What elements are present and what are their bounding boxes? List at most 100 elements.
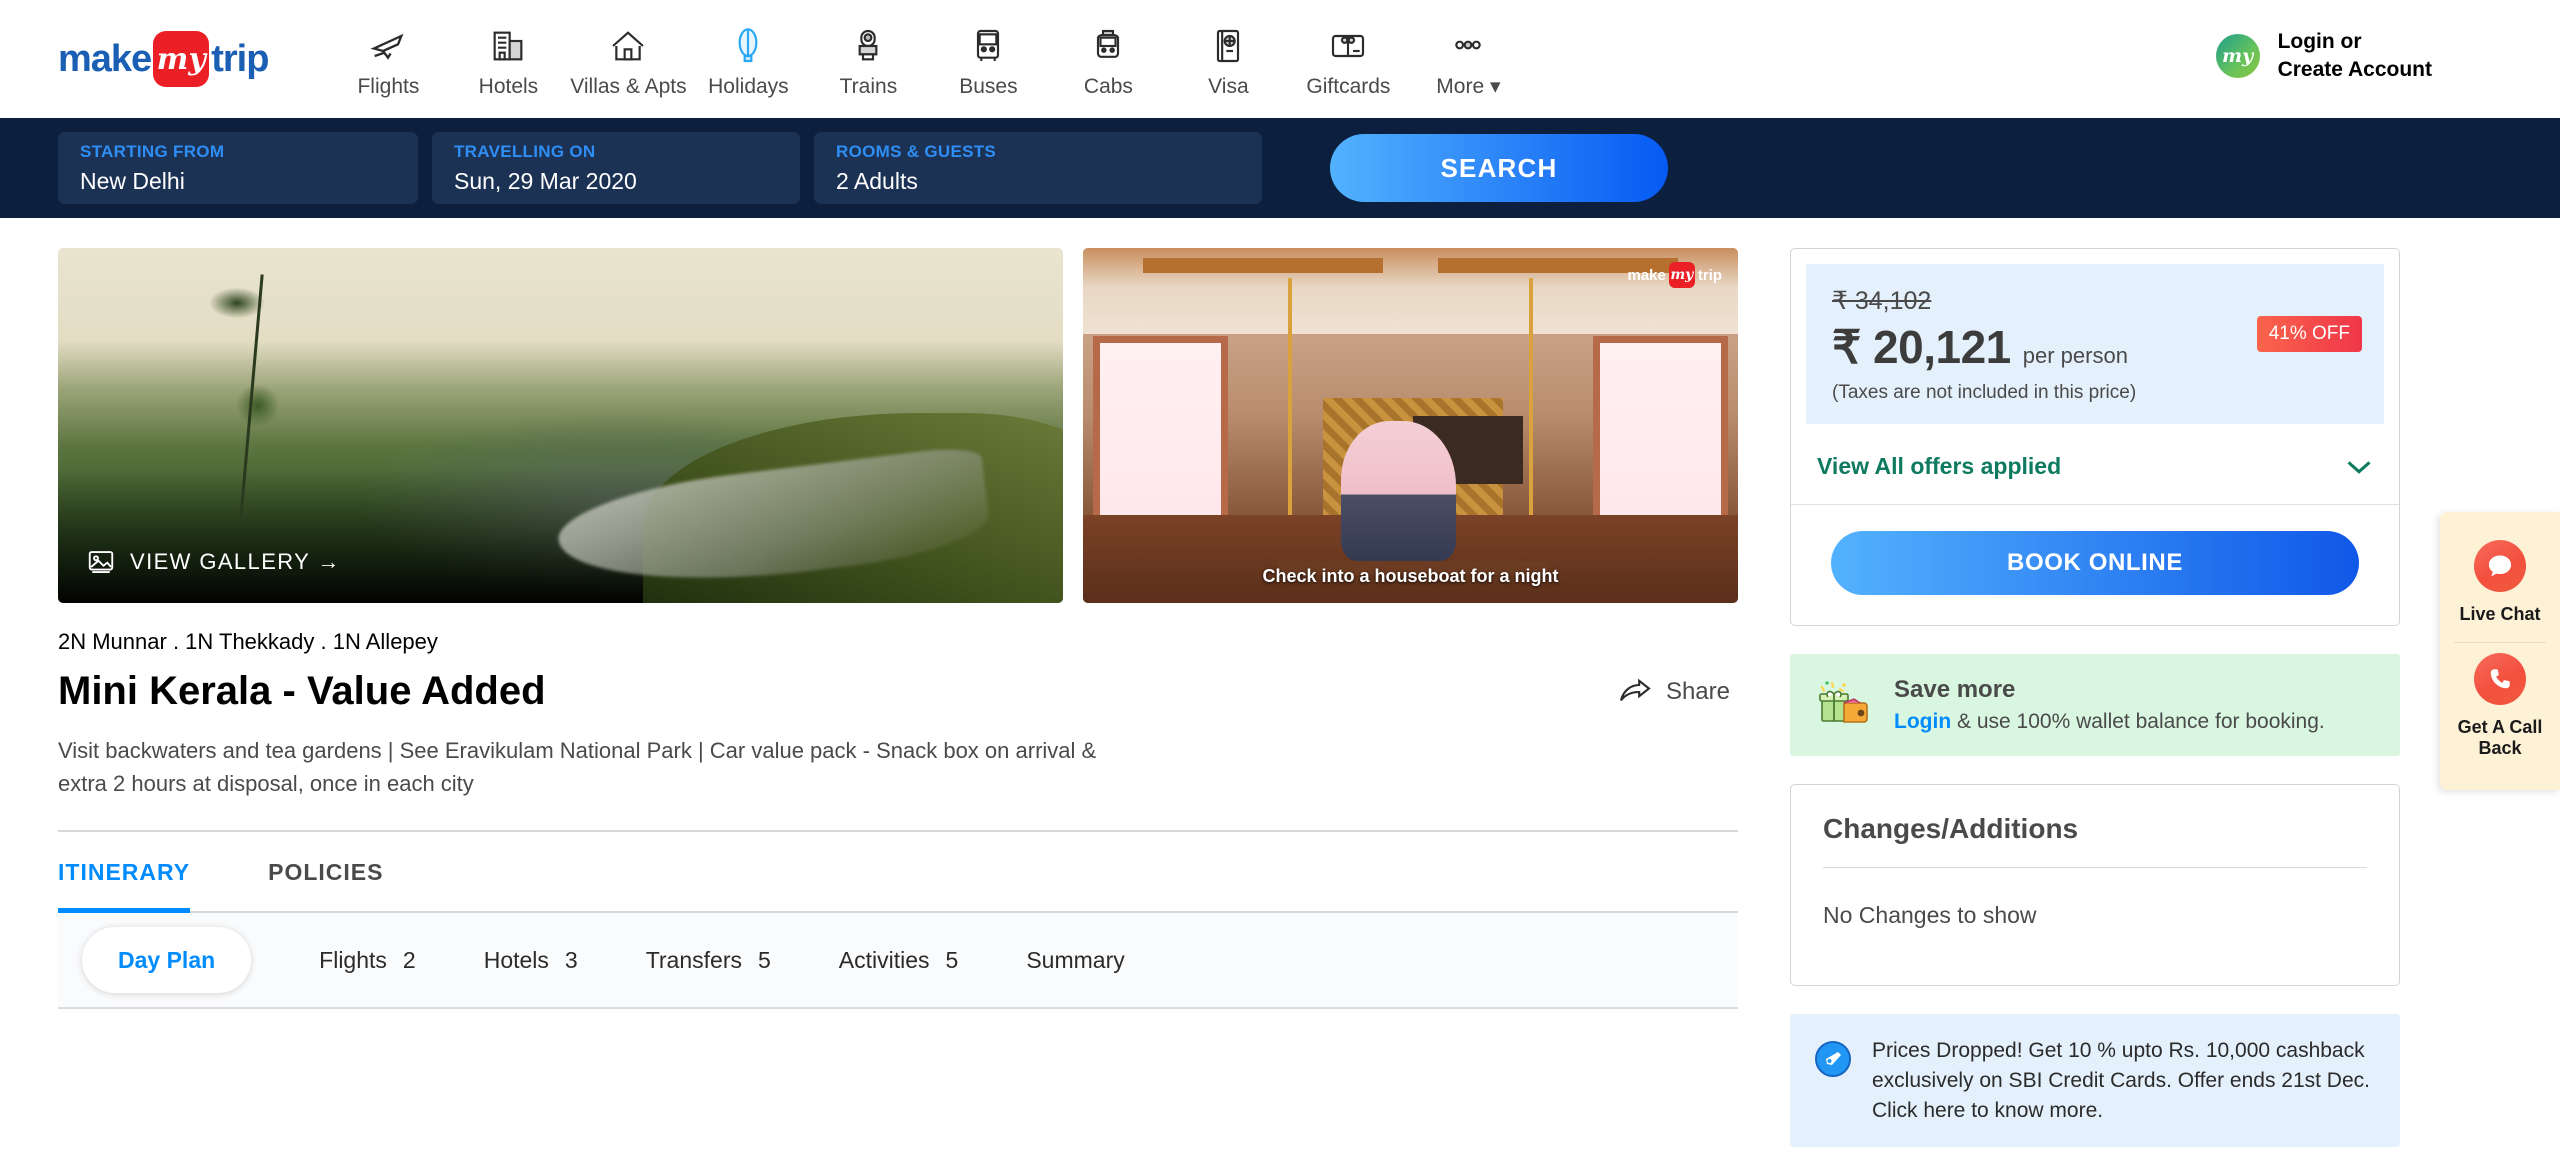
- subnav-label: Summary: [1026, 946, 1125, 973]
- tab-policies[interactable]: POLICIES: [268, 832, 383, 913]
- chevron-down-icon: [2347, 460, 2371, 474]
- nav-label: Villas & Apts: [570, 75, 687, 98]
- sbi-offer-text: Prices Dropped! Get 10 % upto Rs. 10,000…: [1872, 1039, 2370, 1122]
- search-field-travelling-on[interactable]: TRAVELLING ON Sun, 29 Mar 2020: [432, 132, 800, 204]
- nav-item-villas-apts[interactable]: Villas & Apts: [568, 22, 688, 99]
- nav-item-giftcards[interactable]: Giftcards: [1288, 22, 1408, 99]
- search-button[interactable]: SEARCH: [1330, 134, 1668, 202]
- share-label: Share: [1665, 677, 1730, 705]
- subnav-item-transfers[interactable]: Transfers 5: [646, 947, 771, 974]
- search-field-rooms-guests[interactable]: ROOMS & GUESTS 2 Adults: [814, 132, 1262, 204]
- nav-item-visa[interactable]: Visa: [1168, 22, 1288, 99]
- itinerary-subnav: Day Plan Flights 2 Hotels 3 Transfers 5 …: [58, 913, 1738, 1009]
- gallery-section: VIEW GALLERY → make my trip Check into a…: [58, 248, 1738, 603]
- watermark-my-badge: my: [1668, 262, 1695, 288]
- field-label: ROOMS & GUESTS: [836, 141, 997, 161]
- nav-label: Hotels: [478, 75, 539, 98]
- hot-air-balloon-icon: [728, 22, 768, 66]
- video-thumbnail[interactable]: make my trip Check into a houseboat for …: [1083, 248, 1738, 603]
- original-price: ₹ 34,102: [1832, 287, 1932, 315]
- title-row: Mini Kerala - Value Added Share: [58, 669, 1738, 714]
- subnav-item-activities[interactable]: Activities 5: [839, 947, 959, 974]
- field-label: TRAVELLING ON: [454, 141, 596, 161]
- video-person-decor: [1341, 421, 1456, 561]
- video-beam-decor: [1143, 258, 1383, 273]
- video-window-left-decor: [1093, 336, 1228, 536]
- logo-trip-text: trip: [211, 37, 269, 80]
- package-route: 2N Munnar . 1N Thekkady . 1N Allepey: [58, 629, 438, 654]
- view-gallery-label: VIEW GALLERY →: [130, 549, 341, 574]
- search-bar: STARTING FROM New Delhi TRAVELLING ON Su…: [0, 118, 2560, 218]
- subnav-item-day-plan[interactable]: Day Plan: [82, 927, 252, 993]
- page-title: Mini Kerala - Value Added: [58, 669, 546, 713]
- changes-additions-card: Changes/Additions No Changes to show: [1790, 784, 2400, 986]
- subnav-count: 5: [945, 946, 959, 973]
- nav-label: Giftcards: [1306, 75, 1391, 98]
- search-field-starting-from[interactable]: STARTING FROM New Delhi: [58, 132, 418, 204]
- subnav-item-flights[interactable]: Flights 2: [319, 947, 416, 974]
- cab-icon: [1088, 22, 1128, 66]
- save-more-subtitle: Login & use 100% wallet balance for book…: [1894, 710, 2325, 733]
- share-arrow-icon: [1619, 678, 1651, 701]
- video-chain-decor: [1529, 278, 1533, 528]
- main-navigation: Flights Hotels Villas & Apts Holidays Tr…: [328, 19, 1528, 99]
- get-call-back-button[interactable]: Get A Call Back: [2440, 643, 2560, 776]
- live-chat-button[interactable]: Live Chat: [2440, 530, 2560, 642]
- nav-item-hotels[interactable]: Hotels: [448, 22, 568, 99]
- logo-my-badge: my: [153, 31, 210, 87]
- changes-title: Changes/Additions: [1823, 813, 2079, 844]
- nav-item-cabs[interactable]: Cabs: [1048, 22, 1168, 99]
- subnav-count: 2: [402, 946, 416, 973]
- subnav-item-hotels[interactable]: Hotels 3: [484, 947, 578, 974]
- arrow-right-icon: →: [317, 549, 341, 574]
- subnav-item-summary[interactable]: Summary: [1026, 947, 1124, 974]
- view-offers-label: View All offers applied: [1817, 453, 2062, 479]
- get-call-back-label: Get A Call Back: [2457, 716, 2543, 759]
- view-gallery-button[interactable]: VIEW GALLERY →: [86, 547, 341, 577]
- nav-item-trains[interactable]: Trains: [808, 22, 928, 99]
- subnav-label: Flights: [319, 946, 387, 973]
- field-value: Sun, 29 Mar 2020: [454, 167, 637, 194]
- field-value: New Delhi: [80, 167, 185, 194]
- bus-icon: [968, 22, 1008, 66]
- subnav-count: 5: [757, 946, 771, 973]
- itinerary-tabs: ITINERARY POLICIES: [58, 832, 1738, 913]
- avatar-text: my: [2221, 45, 2254, 68]
- per-person-label: per person: [2022, 343, 2128, 368]
- nav-item-buses[interactable]: Buses: [928, 22, 1048, 99]
- save-more-login-link[interactable]: Login: [1894, 710, 1951, 733]
- makemytrip-logo[interactable]: make my trip: [58, 30, 269, 88]
- subnav-label: Activities: [838, 946, 930, 973]
- tab-itinerary[interactable]: ITINERARY: [58, 832, 191, 913]
- package-description: Visit backwaters and tea gardens | See E…: [58, 738, 1097, 796]
- price-tag-icon: [1814, 1040, 1852, 1083]
- site-header: make my trip Flights Hotels Villas & Apt…: [0, 0, 2560, 118]
- nav-item-more[interactable]: More ▾: [1408, 21, 1528, 99]
- hero-image[interactable]: VIEW GALLERY →: [58, 248, 1063, 603]
- book-online-button[interactable]: BOOK ONLINE: [1831, 531, 2359, 595]
- login-create-account[interactable]: my Login or Create Account: [2215, 28, 2432, 85]
- nav-label: Cabs: [1083, 75, 1133, 98]
- sbi-offer-banner[interactable]: Prices Dropped! Get 10 % upto Rs. 10,000…: [1790, 1014, 2400, 1148]
- view-offers-row[interactable]: View All offers applied: [1791, 439, 2399, 504]
- nav-item-holidays[interactable]: Holidays: [688, 22, 808, 99]
- passport-icon: [1208, 22, 1248, 66]
- share-button[interactable]: Share: [1618, 678, 1730, 706]
- video-watermark-logo: make my trip: [1627, 262, 1722, 288]
- current-price: ₹ 20,121: [1832, 321, 2011, 373]
- nav-item-flights[interactable]: Flights: [328, 22, 448, 99]
- nav-label: Holidays: [708, 75, 789, 98]
- book-button-wrap: BOOK ONLINE: [1791, 504, 2399, 625]
- save-more-text: Save more Login & use 100% wallet balanc…: [1894, 676, 2325, 734]
- nav-label: More ▾: [1436, 75, 1501, 98]
- building-icon: [488, 22, 528, 66]
- chat-bubble-icon: [2474, 540, 2526, 592]
- nav-label: Buses: [959, 75, 1018, 98]
- tax-note: (Taxes are not included in this price): [1832, 382, 2137, 403]
- chevron-down-icon: ▾: [1490, 75, 1501, 98]
- video-caption: Check into a houseboat for a night: [1262, 566, 1559, 586]
- right-column: ₹ 34,102 ₹ 20,121 per person (Taxes are …: [1790, 248, 2400, 1148]
- live-chat-label: Live Chat: [2459, 604, 2541, 624]
- subnav-label: Transfers: [645, 946, 742, 973]
- avatar: my: [2215, 34, 2260, 79]
